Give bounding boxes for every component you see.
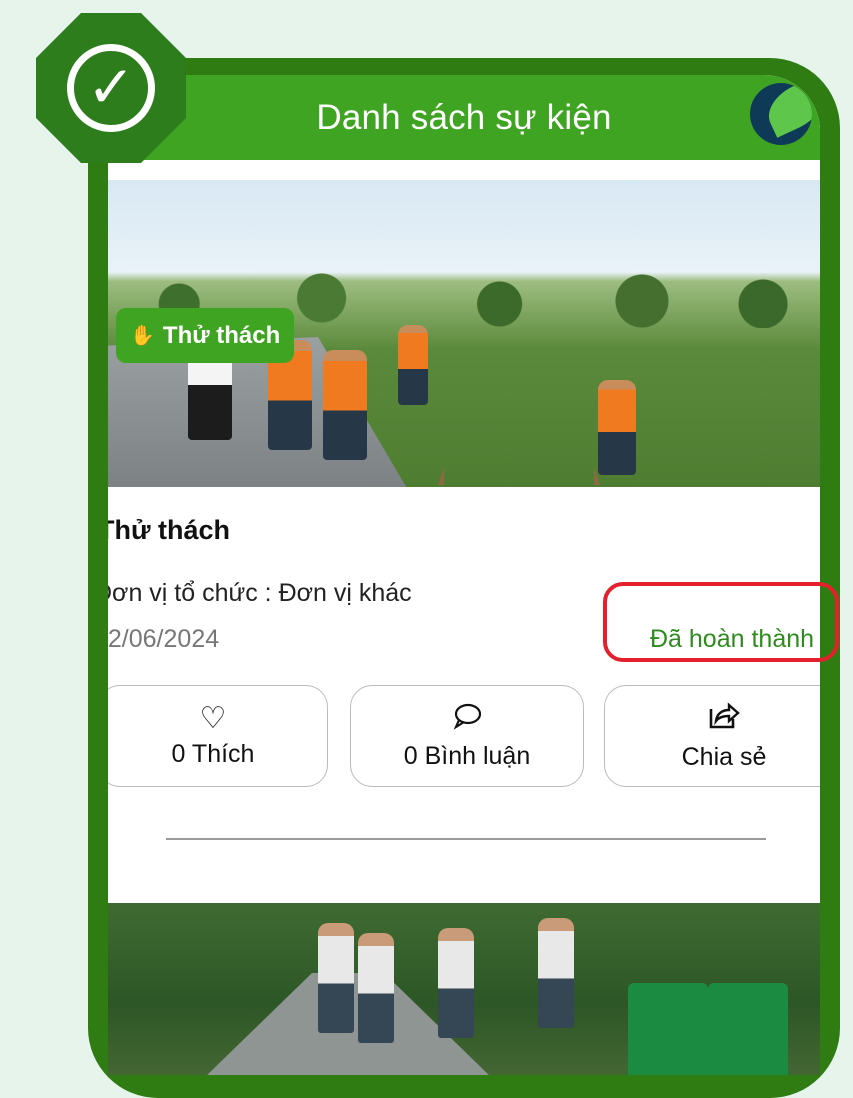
share-icon	[707, 701, 741, 737]
organizer-prefix: Đơn vị tổ chức :	[108, 579, 279, 607]
event-organizer: Đơn vị tổ chức : Đơn vị khác	[108, 579, 412, 608]
page-title: Danh sách sự kiện	[316, 97, 612, 137]
divider	[166, 838, 766, 840]
event-title[interactable]: Thử thách	[108, 515, 230, 546]
organizer-name: Đơn vị khác	[278, 579, 412, 607]
heart-icon: ♡	[199, 701, 227, 735]
speech-bubble-icon	[452, 702, 482, 736]
app-screen: Danh sách sự kiện ✋ Thử thách Thử thách …	[108, 75, 820, 1075]
share-button[interactable]: Chia sẻ	[604, 685, 820, 787]
checkmark-badge: ✓	[36, 13, 186, 163]
comment-label: 0 Bình luận	[403, 741, 531, 770]
status-highlight	[603, 582, 839, 662]
check-icon: ✓	[86, 55, 136, 120]
event-category-tag: ✋ Thử thách	[116, 308, 295, 363]
leaf-logo-icon	[750, 83, 812, 145]
event-category-label: Thử thách	[162, 321, 281, 349]
like-button[interactable]: ♡ 0 Thích	[108, 685, 328, 787]
event-photo-2[interactable]	[108, 903, 820, 1075]
share-label: Chia sẻ	[681, 742, 767, 771]
raised-hands-icon: ✋	[130, 324, 155, 347]
event-date: 02/06/2024	[108, 625, 220, 653]
app-header: Danh sách sự kiện	[108, 75, 820, 160]
like-label: 0 Thích	[171, 739, 255, 768]
comment-button[interactable]: 0 Bình luận	[350, 685, 584, 787]
event-photo[interactable]: ✋ Thử thách	[108, 180, 820, 487]
